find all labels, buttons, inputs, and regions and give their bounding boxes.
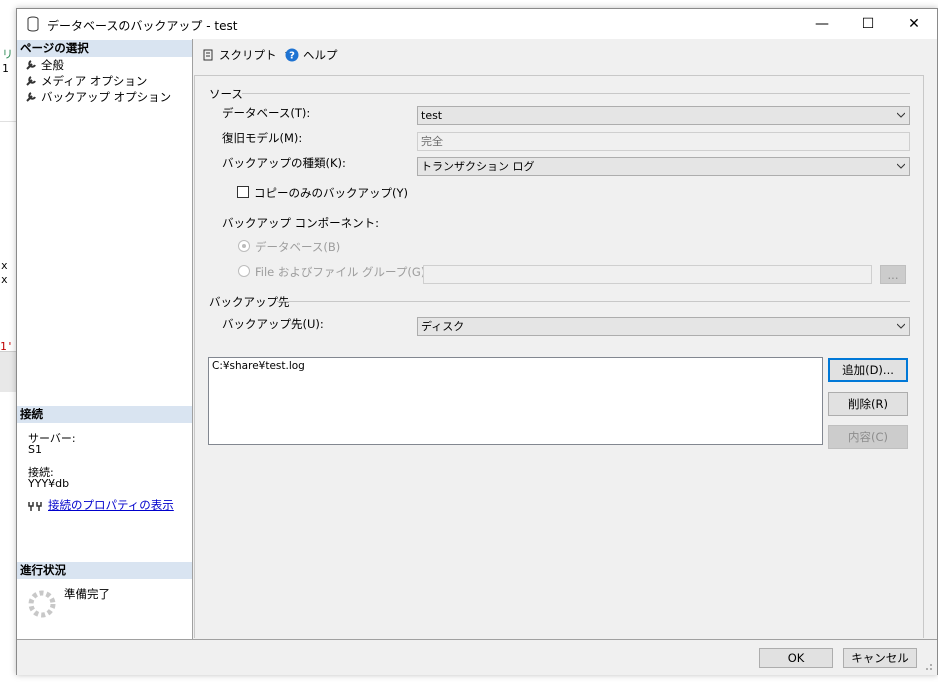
list-item[interactable]: C:¥share¥test.log	[212, 360, 305, 372]
chevron-down-icon	[897, 163, 905, 169]
help-icon: ?	[285, 48, 299, 62]
recovery-model-label: 復旧モデル(M):	[222, 131, 303, 145]
page-select-header: ページの選択	[17, 40, 192, 57]
window-title: データベースのバックアップ - test	[47, 19, 238, 33]
remove-destination-button[interactable]: 削除(R)	[828, 392, 908, 416]
background-fragment: 1	[2, 62, 9, 75]
chevron-down-icon	[897, 112, 905, 118]
copy-only-checkbox[interactable]	[237, 186, 249, 198]
destination-path-list[interactable]: C:¥share¥test.log	[208, 357, 823, 445]
progress-spinner-icon	[28, 590, 56, 618]
page-item-label: メディア オプション	[41, 74, 148, 88]
connection-properties-icon	[28, 502, 42, 511]
source-group-title: ソース	[209, 87, 243, 101]
script-icon	[203, 49, 213, 61]
cancel-button[interactable]: キャンセル	[843, 648, 917, 668]
page-item-label: 全般	[41, 58, 64, 72]
title-bar[interactable]: データベースのバックアップ - test — ☐ ✕	[17, 9, 937, 39]
resize-grip-icon[interactable]	[923, 661, 933, 671]
script-button[interactable]: スクリプト	[201, 47, 293, 63]
backup-type-value: トランザクション ログ	[421, 160, 535, 173]
destination-label: バックアップ先(U):	[222, 317, 324, 331]
connection-properties-link[interactable]: 接続のプロパティの表示	[48, 497, 174, 513]
recovery-model-field: 完全	[417, 132, 910, 151]
browse-label: ...	[887, 267, 899, 282]
chevron-down-icon	[897, 323, 905, 329]
destination-value: ディスク	[421, 320, 465, 333]
page-item-label: バックアップ オプション	[41, 90, 172, 104]
add-destination-button[interactable]: 追加(D)...	[828, 358, 908, 382]
background-fragment: x	[1, 259, 8, 272]
database-label: データベース(T):	[222, 106, 311, 120]
wrench-icon	[26, 76, 36, 86]
cancel-label: キャンセル	[851, 651, 909, 665]
server-value: S1	[28, 443, 42, 456]
destination-select[interactable]: ディスク	[417, 317, 910, 336]
source-group-line	[242, 93, 910, 94]
progress-status: 準備完了	[64, 587, 110, 601]
contents-label: 内容(C)	[847, 430, 888, 444]
close-button[interactable]: ✕	[891, 9, 937, 39]
background-line	[0, 121, 16, 122]
connection-header: 接続	[17, 406, 192, 423]
close-icon: ✕	[908, 16, 920, 32]
script-label: スクリプト	[219, 48, 277, 62]
left-pane: ページの選択 全般 メディア オプション バックアップ オプション 接続 サーバ…	[17, 39, 193, 639]
radio-files-label[interactable]: File およびファイル グループ(G):	[255, 264, 429, 280]
maximize-button[interactable]: ☐	[845, 9, 891, 39]
connection-value: YYY¥db	[28, 477, 70, 490]
copy-only-label[interactable]: コピーのみのバックアップ(Y)	[254, 185, 408, 201]
database-value: test	[421, 109, 443, 122]
help-button[interactable]: ? ヘルプ	[285, 47, 338, 63]
backup-type-label: バックアップの種類(K):	[222, 156, 346, 170]
ok-button[interactable]: OK	[759, 648, 833, 668]
help-label: ヘルプ	[303, 48, 338, 62]
destination-group-line	[277, 301, 910, 302]
page-item-general[interactable]: 全般	[25, 57, 64, 73]
background-bar	[0, 351, 16, 392]
wrench-icon	[26, 60, 36, 70]
browse-file-groups-button[interactable]: ...	[880, 265, 906, 284]
background-fragment: x	[1, 273, 8, 286]
backup-type-select[interactable]: トランザクション ログ	[417, 157, 910, 176]
contents-button[interactable]: 内容(C)	[828, 425, 908, 449]
progress-header: 進行状況	[17, 562, 192, 579]
page-item-backup-options[interactable]: バックアップ オプション	[25, 89, 171, 105]
minimize-icon: —	[815, 16, 829, 32]
recovery-model-value: 完全	[421, 135, 443, 148]
database-icon	[27, 16, 39, 32]
remove-label: 削除(R)	[848, 397, 888, 411]
add-label: 追加(D)...	[842, 363, 894, 377]
radio-files[interactable]	[238, 265, 250, 277]
page-item-media-options[interactable]: メディア オプション	[25, 73, 147, 89]
destination-group-title: バックアップ先	[209, 295, 290, 309]
backup-component-label: バックアップ コンポーネント:	[222, 216, 380, 230]
wrench-icon	[26, 92, 36, 102]
background-fragment: リ	[2, 48, 13, 61]
svg-text:?: ?	[289, 51, 295, 62]
maximize-icon: ☐	[861, 16, 875, 32]
file-groups-field	[423, 265, 872, 284]
ok-label: OK	[787, 651, 805, 665]
backup-dialog: データベースのバックアップ - test — ☐ ✕ ページの選択 全般 メディ…	[16, 8, 938, 675]
radio-database[interactable]	[238, 240, 250, 252]
database-select[interactable]: test	[417, 106, 910, 125]
radio-database-label[interactable]: データベース(B)	[255, 239, 340, 255]
minimize-button[interactable]: —	[799, 9, 845, 39]
